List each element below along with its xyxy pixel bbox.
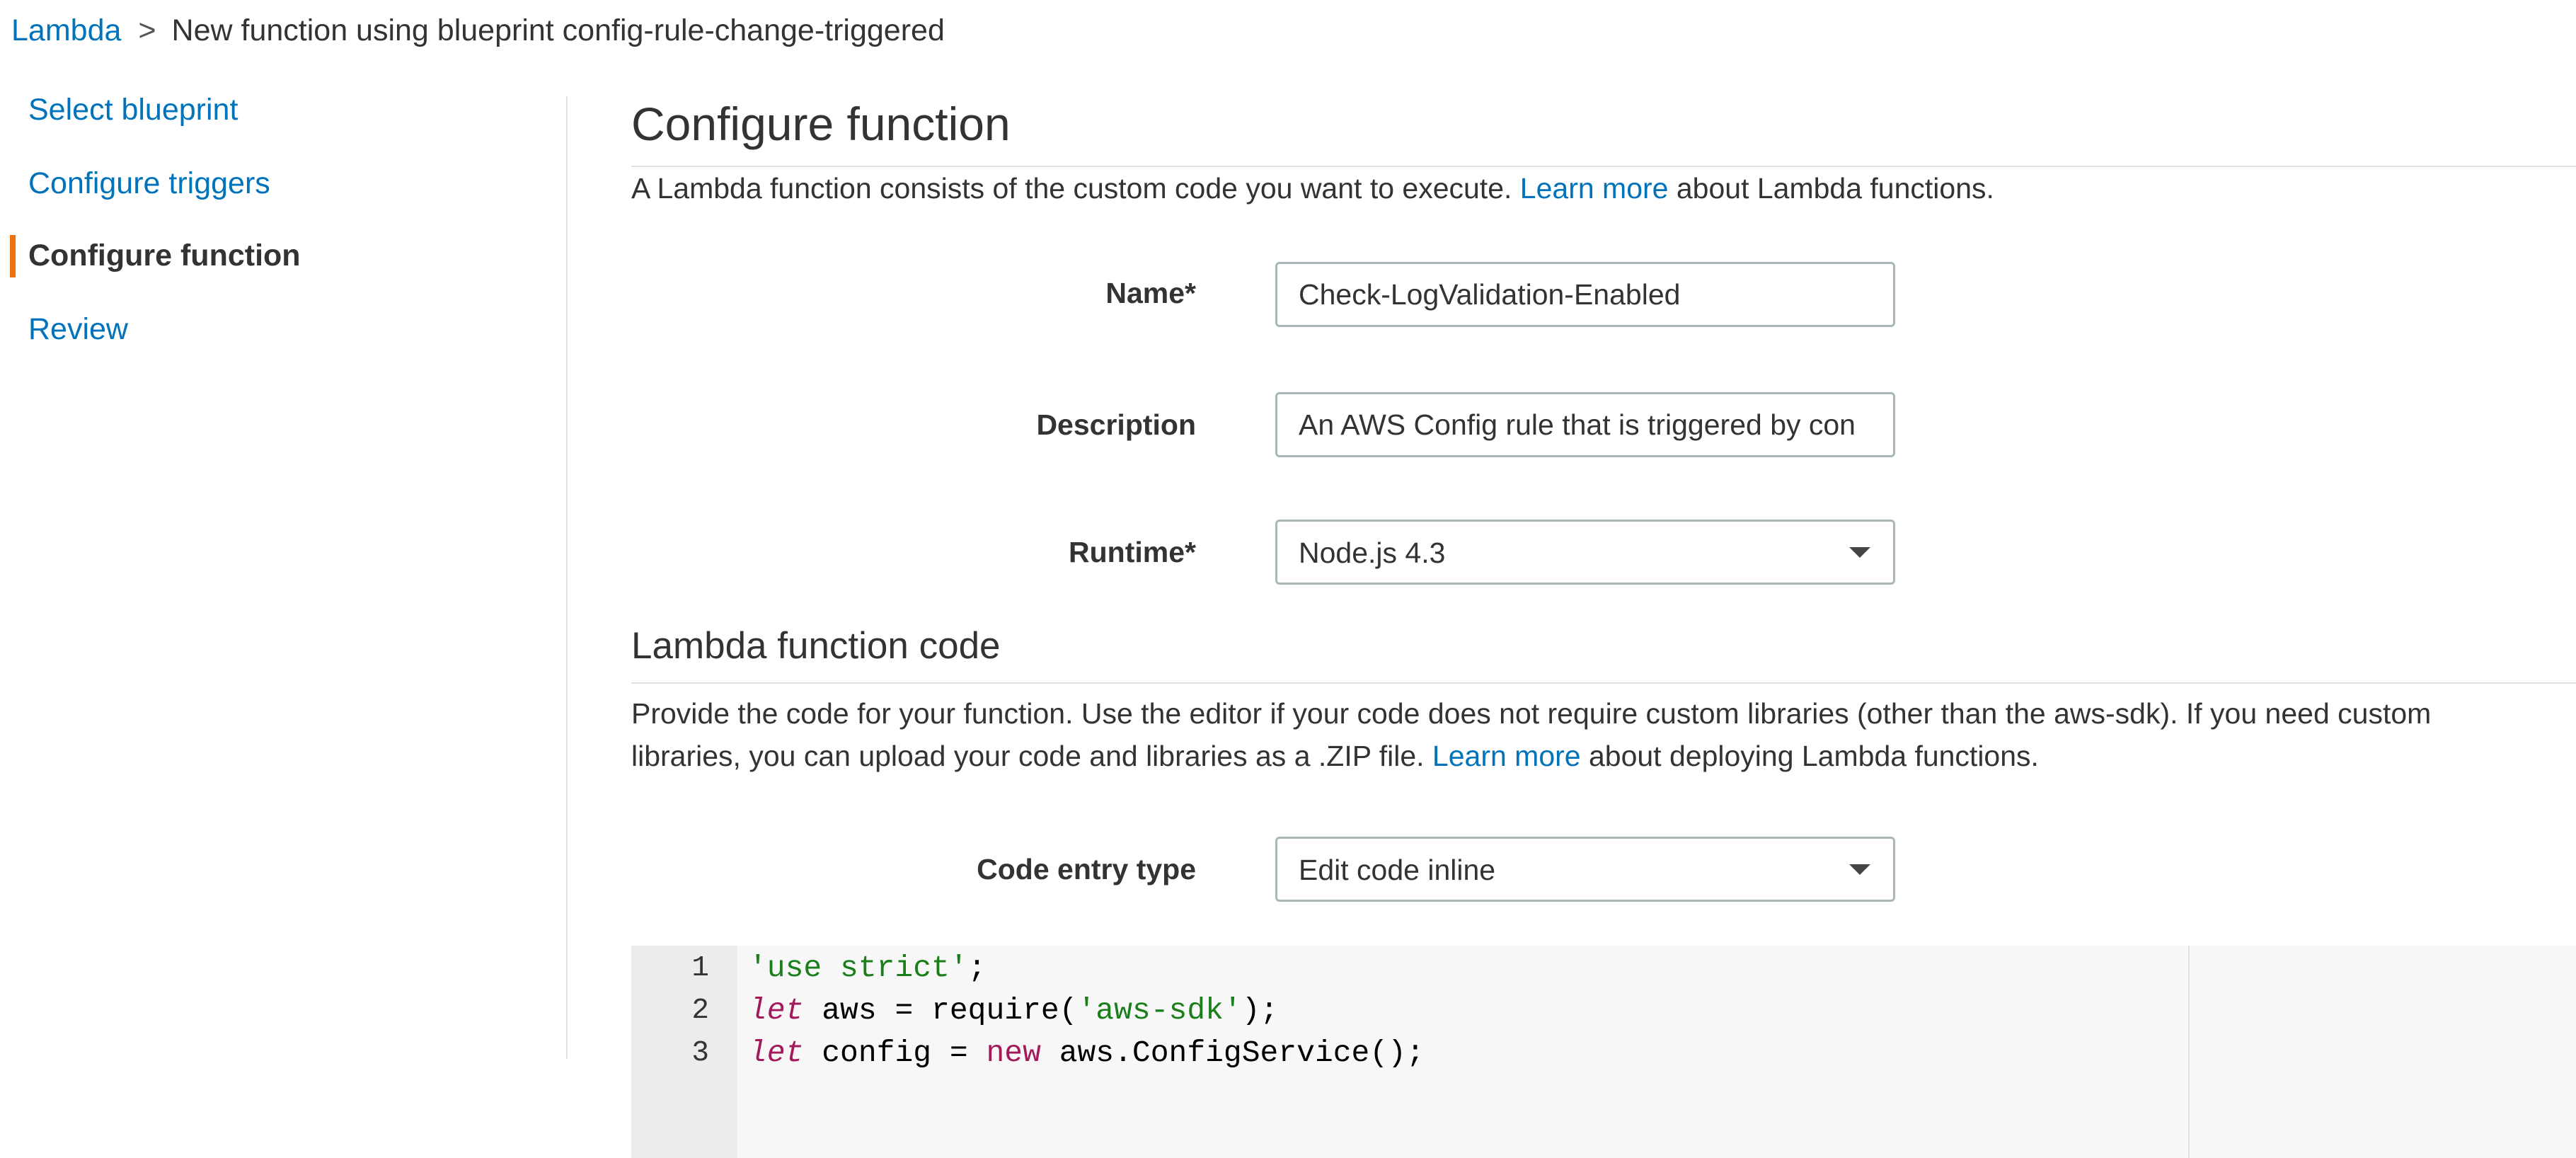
learn-more-deploy-link[interactable]: Learn more: [1432, 740, 1581, 772]
code-entry-type-select[interactable]: Edit code inline: [1275, 837, 1895, 902]
code-section-description-line1: Provide the code for your function. Use …: [631, 697, 2432, 730]
code-section-description-line2: libraries, you can upload your code and …: [631, 735, 2039, 777]
sidebar-item-review[interactable]: Review: [28, 310, 128, 348]
breadcrumb-lambda-link[interactable]: Lambda: [11, 13, 121, 47]
breadcrumb-separator-icon: >: [138, 13, 156, 47]
code-editor[interactable]: 1 2 3 'use strict'; let aws = require('a…: [631, 946, 2576, 1158]
runtime-select-value: Node.js 4.3: [1299, 537, 1446, 569]
code-token-keyword: let: [749, 993, 804, 1028]
active-step-marker: [10, 235, 16, 277]
line-number: 1: [691, 952, 709, 985]
name-label: Name*: [1105, 277, 1196, 309]
sidebar-divider: [566, 96, 568, 1059]
code-token: config =: [803, 1036, 987, 1070]
line-number: 2: [691, 994, 709, 1027]
configure-intro-text: A Lambda function consists of the custom…: [631, 172, 1520, 205]
code-line[interactable]: 'use strict';: [749, 947, 986, 990]
breadcrumb: Lambda > New function using blueprint conf…: [11, 11, 945, 50]
configure-intro-suffix: about Lambda functions.: [1668, 172, 1994, 205]
editor-print-margin: [2188, 946, 2190, 1158]
code-line[interactable]: let config = new aws.ConfigService();: [749, 1032, 1425, 1074]
code-token: aws = require(: [803, 993, 1078, 1028]
code-token-keyword: new: [986, 1036, 1041, 1070]
code-section-divider: [631, 682, 2576, 684]
code-token-string: 'use strict': [749, 951, 968, 985]
line-number: 3: [691, 1037, 709, 1070]
code-section-text: libraries, you can upload your code and …: [631, 740, 1432, 772]
code-section-suffix: about deploying Lambda functions.: [1580, 740, 2039, 772]
sidebar-item-select-blueprint[interactable]: Select blueprint: [28, 91, 238, 129]
code-entry-type-value: Edit code inline: [1299, 854, 1496, 886]
code-line[interactable]: let aws = require('aws-sdk');: [749, 990, 1278, 1032]
editor-gutter: 1 2 3: [631, 946, 737, 1158]
runtime-label: Runtime*: [1069, 536, 1196, 568]
description-input[interactable]: [1275, 392, 1895, 457]
chevron-down-icon: [1849, 864, 1870, 875]
sidebar-item-configure-function[interactable]: Configure function: [28, 236, 301, 275]
code-token-keyword: let: [749, 1036, 804, 1070]
page-title: Configure function: [631, 98, 1011, 150]
chevron-down-icon: [1849, 547, 1870, 558]
code-token: ;: [967, 951, 987, 985]
code-entry-type-label: Code entry type: [977, 853, 1196, 885]
code-token: aws.ConfigService();: [1040, 1036, 1425, 1070]
code-token: );: [1241, 993, 1279, 1028]
description-label: Description: [1036, 408, 1196, 441]
runtime-select[interactable]: Node.js 4.3: [1275, 520, 1895, 585]
configure-intro: A Lambda function consists of the custom…: [631, 167, 1994, 210]
sidebar-item-configure-triggers[interactable]: Configure triggers: [28, 164, 270, 202]
learn-more-lambda-link[interactable]: Learn more: [1520, 172, 1669, 205]
code-section-title: Lambda function code: [631, 625, 1001, 667]
code-token-string: 'aws-sdk': [1077, 993, 1242, 1028]
name-input[interactable]: [1275, 262, 1895, 327]
breadcrumb-current: New function using blueprint config-rule…: [171, 13, 945, 47]
